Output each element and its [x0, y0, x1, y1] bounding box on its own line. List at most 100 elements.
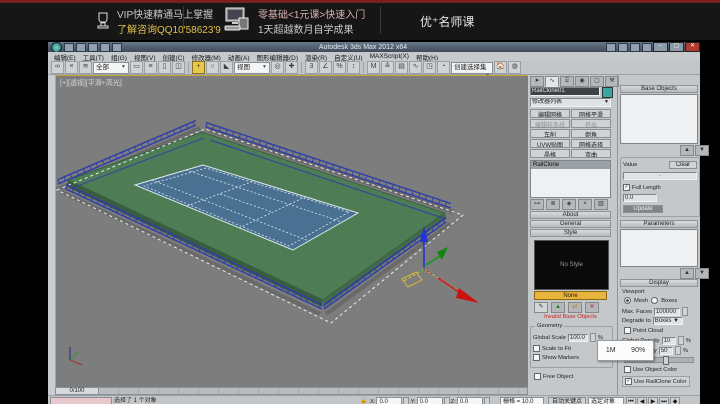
select-by-name-icon[interactable]: ≡ [144, 61, 157, 74]
local-density-spinner[interactable] [674, 346, 681, 355]
show-end-result-icon[interactable]: ≣ [546, 199, 560, 210]
perspective-viewport[interactable]: [+][透视][平滑+高光] [55, 75, 530, 388]
update-button[interactable]: Update [623, 205, 663, 213]
display-tab-icon[interactable]: ▢ [590, 76, 604, 87]
degrade-dropdown[interactable]: Boxes ▼ [652, 317, 683, 325]
search-icon[interactable] [606, 42, 616, 52]
schematic-view-icon[interactable]: ◳ [423, 61, 436, 74]
prev-frame-icon[interactable]: ◀ [637, 397, 647, 404]
hierarchy-tab-icon[interactable]: ⌸ [560, 76, 574, 87]
menu-views[interactable]: 视图(V) [134, 52, 156, 62]
select-and-rotate-icon[interactable]: ○ [206, 61, 219, 74]
create-tab-icon[interactable]: ➤ [530, 76, 544, 87]
rollout-about[interactable]: About [530, 211, 611, 219]
timeline-track[interactable] [99, 388, 527, 394]
maxscript-mini-listener-pink[interactable] [50, 397, 112, 404]
menu-maxscript[interactable]: MAXScript(X) [370, 53, 409, 60]
modifier-button-6[interactable]: UVW贴图 [530, 139, 570, 148]
banner-left-sub[interactable]: 了解咨询QQ10'58623'9 [117, 21, 221, 36]
modify-tab-icon[interactable]: ∿ [545, 76, 559, 87]
global-scale-field[interactable]: 100.0 [567, 333, 588, 342]
use-railclone-color-checkbox[interactable]: ✓ [625, 378, 632, 385]
title-bar[interactable]: Autodesk 3ds Max 2012 x64 – ▢ ✕ [48, 41, 700, 53]
rollout-parameters[interactable]: Parameters [620, 220, 698, 228]
rectangular-region-icon[interactable]: ▯ [158, 61, 171, 74]
x-coordinate-field[interactable]: 0.0 [376, 397, 403, 404]
menu-customize[interactable]: 自定义(U) [334, 52, 363, 62]
move-up-icon[interactable]: ▲ [680, 145, 694, 156]
modifier-button-3[interactable]: 挤出 [571, 119, 611, 128]
object-color-swatch[interactable] [602, 87, 613, 98]
make-unique-icon[interactable]: ◈ [562, 199, 576, 210]
free-object-checkbox[interactable] [534, 373, 541, 380]
value-field[interactable]: - [623, 172, 697, 180]
show-markers-checkbox[interactable] [533, 354, 540, 361]
select-and-scale-icon[interactable]: ◣ [220, 61, 233, 74]
help-icon[interactable] [642, 42, 652, 52]
max-faces-field[interactable]: 100000 [653, 307, 680, 316]
rollout-display[interactable]: Display [620, 279, 698, 287]
menu-group[interactable]: 组(G) [111, 52, 127, 62]
go-to-end-icon[interactable]: ⏭ [659, 397, 669, 404]
curve-editor-icon[interactable]: ∿ [409, 61, 422, 74]
rollout-general[interactable]: General [530, 220, 611, 228]
max-faces-spinner[interactable] [681, 307, 688, 316]
reference-coordinate-dropdown[interactable]: 视图 ▼ [234, 61, 270, 74]
modifier-button-7[interactable]: 网格选择 [571, 139, 611, 148]
modifier-button-4[interactable]: 车削 [530, 129, 570, 138]
favorites-icon[interactable] [630, 42, 640, 52]
select-and-link-icon[interactable]: ∞ [51, 61, 64, 74]
layer-manager-icon[interactable]: ▤ [395, 61, 408, 74]
local-density-field[interactable]: 50 [658, 346, 673, 355]
key-mode-dropdown[interactable]: 选定对象 [588, 397, 624, 404]
edit-style-icon[interactable]: ✎ [534, 302, 548, 313]
unlink-icon[interactable]: × [65, 61, 78, 74]
go-to-start-icon[interactable]: ⏮ [626, 397, 636, 404]
z-coordinate-field[interactable]: 0.0 [456, 397, 483, 404]
close-button[interactable]: ✕ [685, 42, 700, 52]
modifier-button-5[interactable]: 倒角 [571, 129, 611, 138]
modifier-button-0[interactable]: 编辑网格 [530, 109, 570, 118]
material-editor-icon[interactable]: ◔ [437, 61, 450, 74]
select-and-manipulate-icon[interactable]: ✚ [285, 61, 298, 74]
menu-rendering[interactable]: 渲染(R) [305, 52, 327, 62]
x-spinner[interactable] [403, 397, 410, 404]
render-setup-icon[interactable]: 🏠 [494, 61, 507, 74]
y-coordinate-field[interactable]: 0.0 [416, 397, 443, 404]
select-and-move-icon[interactable]: + [192, 61, 205, 74]
named-selection-sets-dropdown[interactable]: 创建选择集▼ [451, 61, 493, 79]
rollout-style[interactable]: Style [530, 229, 611, 237]
banner-right-text[interactable]: 优⁺名师课 [420, 13, 474, 30]
percent-snap-icon[interactable]: % [333, 61, 346, 74]
modifier-list-dropdown[interactable]: 修改器列表 ▼ [530, 98, 611, 107]
parameters-list[interactable] [620, 229, 698, 267]
clear-button[interactable]: Clear [669, 161, 697, 169]
use-pivot-center-icon[interactable]: ◎ [271, 61, 284, 74]
modifier-button-9[interactable]: 弯曲 [571, 149, 611, 158]
time-slider[interactable]: 0/100 [56, 388, 99, 394]
swap-style-icon[interactable]: ⇄ [568, 302, 582, 313]
bind-to-spacewarp-icon[interactable]: ≋ [79, 61, 92, 74]
mirror-icon[interactable]: M [367, 61, 380, 74]
style-none-button[interactable]: None [534, 291, 607, 300]
global-density-spinner[interactable] [677, 336, 684, 345]
global-density-field[interactable]: 10 [661, 336, 676, 345]
y-spinner[interactable] [443, 397, 450, 404]
viewport-label[interactable]: [+][透视][平滑+高光] [60, 78, 122, 88]
full-length-checkbox[interactable]: ✓ [623, 184, 630, 191]
modifier-stack[interactable]: RailClone [530, 160, 611, 198]
redo-icon[interactable] [112, 42, 122, 52]
window-crossing-icon[interactable]: ◫ [172, 61, 185, 74]
transform-lock-icon[interactable]: 🔒 [360, 397, 368, 404]
length-field[interactable]: 0.0 [623, 194, 657, 202]
use-object-color-checkbox[interactable] [624, 366, 631, 373]
object-name-field[interactable]: RailClone01 [530, 87, 600, 96]
pin-stack-icon[interactable]: ⊶ [530, 199, 544, 210]
delete-style-icon[interactable]: ✕ [585, 302, 599, 313]
align-icon[interactable]: ≙ [381, 61, 394, 74]
scale-to-fit-checkbox[interactable] [533, 345, 540, 352]
key-toggle-icon[interactable]: ◆ [670, 397, 680, 404]
move-down-icon[interactable]: ▼ [695, 145, 709, 156]
stack-item-selected[interactable]: RailClone [531, 161, 610, 169]
configure-sets-icon[interactable]: ▥ [594, 199, 608, 210]
